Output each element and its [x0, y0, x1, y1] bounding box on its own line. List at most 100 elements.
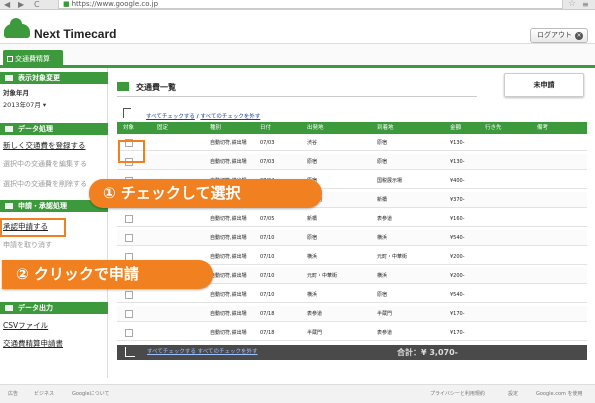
- cell-date: 07/10: [260, 273, 275, 279]
- total-amount: 合計：¥ 3,070-: [397, 348, 458, 357]
- row-checkbox[interactable]: [125, 291, 133, 299]
- cell-type: 自動切符,鉄出場: [210, 292, 247, 298]
- logout-button[interactable]: ログアウト ×: [530, 28, 588, 43]
- target-month-label: 対象年月: [3, 89, 29, 97]
- col-date: 日付: [260, 125, 272, 131]
- month-select[interactable]: 2013年07月 ▾: [3, 99, 46, 109]
- menu-icon[interactable]: ≡: [582, 0, 589, 9]
- checkbox-highlight: [118, 140, 145, 163]
- col-type: 種別: [210, 125, 222, 131]
- sidebar-heading-display-label: 表示対象変更: [18, 74, 60, 82]
- sidebar-item-new-expense[interactable]: 新しく交通費を登録する: [3, 140, 86, 151]
- cell-amount: ¥130-: [450, 159, 465, 165]
- footer-selection-links: すべてチェックする すべてのチェックを外す: [147, 345, 258, 360]
- row-checkbox[interactable]: [125, 310, 133, 318]
- main-content: 交通費一覧 未申請 すべてチェックする / すべてのチェックを外す 対象 固定 …: [112, 68, 595, 378]
- settings-link[interactable]: 設定: [508, 385, 518, 403]
- approval-icon: [5, 203, 13, 209]
- app-logo-text: Next Timecard: [34, 27, 117, 41]
- cell-date: 07/18: [260, 330, 275, 336]
- address-bar[interactable]: ■ https://www.google.co.jp: [58, 0, 563, 9]
- tab-expense[interactable]: 交通費精算: [3, 50, 63, 68]
- status-badge: 未申請: [504, 73, 584, 97]
- cell-type: 自動切符,鉄出場: [210, 330, 247, 336]
- cell-amount: ¥170-: [450, 330, 465, 336]
- sidebar-item-delete-expense[interactable]: 選択中の交通費を削除する: [3, 179, 87, 189]
- cloud-logo-icon: [4, 18, 30, 38]
- sidebar-item-cancel-request[interactable]: 申請を取り消す: [3, 240, 52, 250]
- cell-amount: ¥400-: [450, 178, 465, 184]
- sidebar-heading-export: データ出力: [0, 302, 108, 314]
- table-header: 対象 固定 種別 日付 出発地 到着地 金額 行き先 備考: [117, 122, 587, 134]
- deselect-all-link[interactable]: すべてのチェックを外す: [200, 114, 260, 120]
- about-link[interactable]: Googleについて: [72, 385, 109, 403]
- col-amount: 金額: [450, 125, 462, 131]
- app-root: ◀ ▶ C ■ https://www.google.co.jp ☆ ≡ Next…: [0, 0, 595, 403]
- table-row[interactable]: 自動切符,鉄出場 07/18 半蔵門 表参道 ¥170-: [117, 325, 587, 341]
- table-row[interactable]: 自動切符,鉄出場 07/10 横浜 原宿 ¥540-: [117, 287, 587, 303]
- download-icon: [5, 305, 13, 311]
- cell-amount: ¥540-: [450, 292, 465, 298]
- cell-date: 07/03: [260, 159, 275, 165]
- star-icon[interactable]: ☆: [568, 0, 576, 9]
- cell-amount: ¥170-: [450, 311, 465, 317]
- cell-to: 原宿: [377, 292, 388, 298]
- cell-amount: ¥200-: [450, 273, 465, 279]
- sidebar-heading-data: データ処理: [0, 123, 108, 135]
- google-com-link[interactable]: Google.com を使用: [536, 385, 583, 403]
- privacy-link[interactable]: プライバシーと利用規約: [430, 385, 485, 403]
- cell-to: 元町・中華街: [377, 254, 408, 260]
- footer-deselect-all-link[interactable]: すべてのチェックを外す: [198, 349, 258, 355]
- month-select-value: 2013年07月: [3, 101, 41, 109]
- reload-icon[interactable]: C: [34, 0, 40, 9]
- table-icon: [7, 56, 13, 62]
- sidebar-item-csv[interactable]: CSVファイル: [3, 320, 48, 331]
- col-from: 出発地: [307, 125, 324, 131]
- sidebar-item-expense-report[interactable]: 交通費精算申請書: [3, 338, 63, 349]
- table-row[interactable]: 自動切符,鉄出場 07/10 原宿 横浜 ¥540-: [117, 230, 587, 246]
- cell-from: 表参道: [307, 311, 323, 317]
- ads-link[interactable]: 広告: [8, 385, 18, 403]
- cell-type: 自動切符,鉄出場: [210, 311, 247, 317]
- sidebar-heading-approval-label: 申請・承認処理: [18, 202, 67, 210]
- col-destination: 行き先: [485, 125, 502, 131]
- table-row[interactable]: 自動切符,鉄出場 07/05 新橋 表参道 ¥160-: [117, 211, 587, 227]
- bottom-bar: 広告 ビジネス Googleについて プライバシーと利用規約 設定 Google…: [0, 384, 595, 403]
- row-checkbox[interactable]: [125, 215, 133, 223]
- cell-to: 横浜: [377, 235, 388, 241]
- table-row[interactable]: 自動切符,鉄出場 07/03 原宿 原宿 ¥130-: [117, 154, 587, 170]
- table-row[interactable]: 自動切符,鉄出場 07/03 渋谷 原宿 ¥130-: [117, 135, 587, 151]
- cell-from: 横浜: [307, 254, 318, 260]
- corner-arrow-icon: [123, 108, 131, 118]
- cell-from: 原宿: [307, 235, 318, 241]
- col-note: 備考: [537, 125, 549, 131]
- table-row[interactable]: 自動切符,鉄出場 07/18 表参道 半蔵門 ¥170-: [117, 306, 587, 322]
- forward-icon[interactable]: ▶: [18, 0, 24, 9]
- sidebar-heading-data-label: データ処理: [18, 125, 53, 133]
- cell-type: 自動切符,鉄出場: [210, 140, 247, 146]
- cell-amount: ¥160-: [450, 216, 465, 222]
- cell-to: 表参道: [377, 330, 393, 336]
- cell-from: 原宿: [307, 159, 318, 165]
- tab-expense-label: 交通費精算: [15, 55, 50, 63]
- approval-link-highlight: [0, 218, 66, 237]
- row-checkbox[interactable]: [125, 329, 133, 337]
- cell-date: 07/10: [260, 292, 275, 298]
- col-fixed: 固定: [157, 125, 169, 131]
- back-icon[interactable]: ◀: [4, 0, 10, 9]
- cell-date: 07/05: [260, 216, 275, 222]
- calendar-icon: [5, 75, 13, 81]
- cell-type: 自動切符,鉄出場: [210, 216, 247, 222]
- cell-type: 自動切符,鉄出場: [210, 254, 247, 260]
- callout-check-select: ① チェックして選択: [89, 179, 322, 208]
- col-to: 到着地: [377, 125, 394, 131]
- cell-from: 横浜: [307, 292, 318, 298]
- footer-select-all-link[interactable]: すべてチェックする: [147, 349, 196, 355]
- page-title: 交通費一覧: [136, 83, 176, 92]
- sidebar-item-edit-expense[interactable]: 選択中の交通費を編集する: [3, 159, 87, 169]
- cell-from: 新橋: [307, 216, 318, 222]
- select-all-link[interactable]: すべてチェックする: [146, 114, 195, 120]
- lock-icon: ■: [63, 0, 70, 8]
- business-link[interactable]: ビジネス: [34, 385, 54, 403]
- row-checkbox[interactable]: [125, 234, 133, 242]
